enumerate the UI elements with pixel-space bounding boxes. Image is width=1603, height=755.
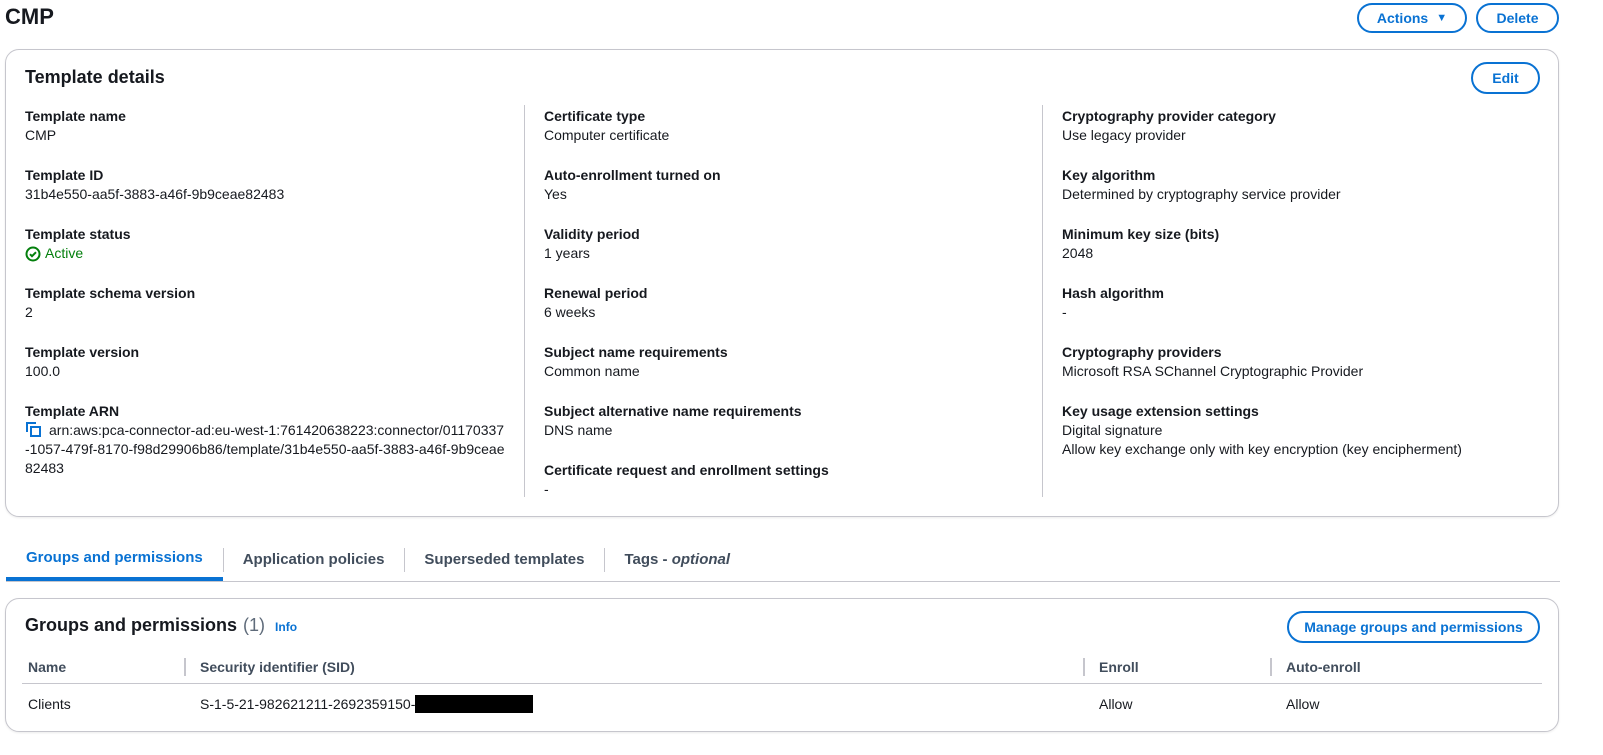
field-value: Yes — [544, 186, 567, 202]
field-value: - — [544, 481, 549, 497]
field-template-arn: Template ARN arn:aws:pca-connector-ad:eu-… — [25, 402, 505, 478]
panel-title: Groups and permissions — [25, 615, 238, 635]
cell-sid: S-1-5-21-982621211-2692359150- — [194, 684, 1093, 724]
field-value: arn:aws:pca-connector-ad:eu-west-1:76142… — [25, 422, 505, 476]
field-request-settings: Certificate request and enrollment setti… — [544, 461, 1024, 499]
field-value: Digital signature — [1062, 422, 1163, 438]
table-row: Clients S-1-5-21-982621211-2692359150- A… — [22, 684, 1542, 724]
tab-application-policies[interactable]: Application policies — [222, 538, 405, 581]
field-label: Hash algorithm — [1062, 285, 1164, 301]
field-template-status: Template status Active — [25, 225, 505, 263]
field-certificate-type: Certificate type Computer certificate — [544, 107, 1024, 145]
column-header-auto-enroll[interactable]: Auto-enroll — [1270, 650, 1530, 683]
field-value: Computer certificate — [544, 127, 670, 143]
check-circle-icon — [25, 246, 41, 261]
tab-label: Tags - — [624, 551, 672, 568]
caret-down-icon: ▼ — [1436, 12, 1448, 24]
tab-label-optional: optional — [671, 551, 731, 568]
field-subject-alt-name: Subject alternative name requirements DNS… — [544, 402, 1024, 440]
tab-bar: Groups and permissions Application polic… — [6, 538, 1560, 582]
delete-button[interactable]: Delete — [1476, 3, 1559, 33]
field-key-algorithm: Key algorithm Determined by cryptography … — [1062, 166, 1542, 204]
field-value: 2048 — [1062, 245, 1094, 261]
field-value: Common name — [544, 363, 640, 379]
column-header-enroll[interactable]: Enroll — [1083, 650, 1280, 683]
field-crypto-providers: Cryptography providers Microsoft RSA SCha… — [1062, 343, 1542, 381]
sid-text: S-1-5-21-982621211-2692359150- — [200, 696, 416, 712]
field-label: Template ID — [25, 167, 104, 183]
field-label: Key algorithm — [1062, 167, 1156, 183]
column-header-sid[interactable]: Security identifier (SID) — [184, 650, 1093, 683]
tab-groups-and-permissions[interactable]: Groups and permissions — [6, 538, 223, 581]
copy-icon[interactable] — [25, 421, 43, 437]
field-label: Minimum key size (bits) — [1062, 226, 1220, 242]
field-label: Template schema version — [25, 285, 196, 301]
field-template-name: Template name CMP — [25, 107, 505, 145]
tab-superseded-templates[interactable]: Superseded templates — [404, 538, 604, 581]
status-badge: Active — [45, 245, 84, 261]
field-value: Allow key exchange only with key encrypt… — [1062, 441, 1462, 457]
field-label: Subject name requirements — [544, 344, 728, 360]
template-details-panel: Template details Edit Template name CMP T… — [5, 49, 1559, 517]
tab-tags[interactable]: Tags - optional — [604, 538, 750, 581]
manage-groups-button[interactable]: Manage groups and permissions — [1287, 611, 1540, 643]
field-value: CMP — [25, 127, 57, 143]
field-subject-name: Subject name requirements Common name — [544, 343, 1024, 381]
field-value: 100.0 — [25, 363, 61, 379]
details-column-3: Cryptography provider category Use legacy… — [1062, 107, 1542, 480]
field-label: Auto-enrollment turned on — [544, 167, 721, 183]
field-provider-category: Cryptography provider category Use legacy… — [1062, 107, 1542, 145]
field-label: Renewal period — [544, 285, 648, 301]
field-validity-period: Validity period 1 years — [544, 225, 1024, 263]
field-label: Template status — [25, 226, 131, 242]
field-label: Certificate type — [544, 108, 646, 124]
field-value: Determined by cryptography service provi… — [1062, 186, 1341, 202]
field-value: 6 weeks — [544, 304, 596, 320]
column-header-name[interactable]: Name — [22, 650, 194, 683]
field-renewal-period: Renewal period 6 weeks — [544, 284, 1024, 322]
table-header: Name Security identifier (SID) Enroll Au… — [22, 650, 1542, 684]
field-label: Certificate request and enrollment setti… — [544, 462, 829, 478]
field-label: Template name — [25, 108, 126, 124]
field-min-key-size: Minimum key size (bits) 2048 — [1062, 225, 1542, 263]
field-value: 1 years — [544, 245, 590, 261]
field-value: Use legacy provider — [1062, 127, 1186, 143]
details-column-2: Certificate type Computer certificate Aut… — [544, 107, 1024, 520]
field-value: DNS name — [544, 422, 613, 438]
details-column-1: Template name CMP Template ID 31b4e550-aa5… — [25, 107, 505, 499]
field-label: Cryptography provider category — [1062, 108, 1276, 124]
field-label: Cryptography providers — [1062, 344, 1222, 360]
field-key-usage: Key usage extension settings Digital sign… — [1062, 402, 1542, 459]
field-hash-algorithm: Hash algorithm - — [1062, 284, 1542, 322]
actions-button[interactable]: Actions ▼ — [1357, 3, 1467, 33]
column-divider — [524, 105, 525, 497]
field-value: 2 — [25, 304, 33, 320]
field-label: Key usage extension settings — [1062, 403, 1259, 419]
field-label: Template ARN — [25, 403, 120, 419]
edit-button[interactable]: Edit — [1471, 62, 1540, 94]
field-value: - — [1062, 304, 1067, 320]
actions-label: Actions — [1376, 10, 1429, 26]
count: (1) — [243, 615, 266, 635]
field-value: 31b4e550-aa5f-3883-a46f-9b9ceae82483 — [25, 186, 285, 202]
field-label: Subject alternative name requirements — [544, 403, 802, 419]
cell-name: Clients — [28, 696, 71, 712]
redaction-block — [415, 695, 534, 713]
field-auto-enrollment: Auto-enrollment turned on Yes — [544, 166, 1024, 204]
field-schema-version: Template schema version 2 — [25, 284, 505, 322]
panel-title: Template details — [25, 67, 165, 87]
column-divider — [1042, 105, 1043, 497]
page-title: CMP — [5, 4, 54, 29]
cell-enroll: Allow — [1099, 696, 1133, 712]
cell-auto-enroll: Allow — [1286, 696, 1320, 712]
info-link[interactable]: Info — [275, 620, 297, 634]
field-value: Microsoft RSA SChannel Cryptographic Pro… — [1062, 363, 1364, 379]
groups-table: Name Security identifier (SID) Enroll Au… — [22, 650, 1542, 724]
field-label: Validity period — [544, 226, 640, 242]
field-template-version: Template version 100.0 — [25, 343, 505, 381]
field-template-id: Template ID 31b4e550-aa5f-3883-a46f-9b9ce… — [25, 166, 505, 204]
groups-permissions-panel: Groups and permissions (1) Info Manage g… — [5, 598, 1559, 732]
field-label: Template version — [25, 344, 140, 360]
